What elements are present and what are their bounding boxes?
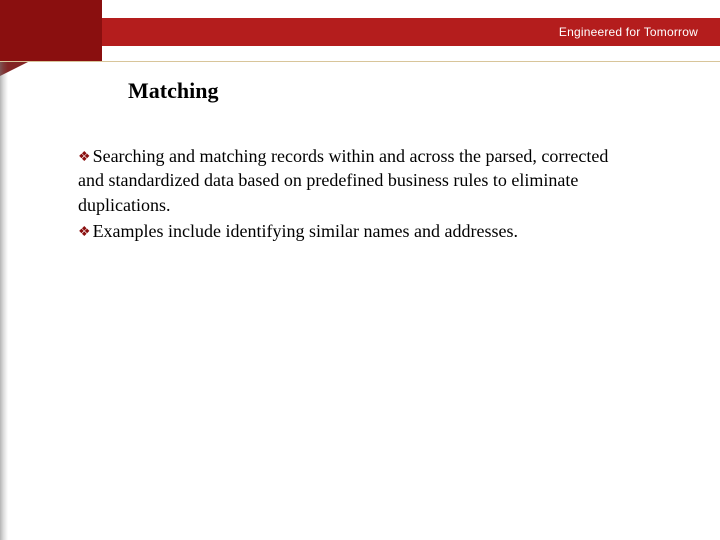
left-edge-shadow xyxy=(0,62,8,540)
slide: Engineered for Tomorrow Matching ❖Search… xyxy=(0,0,720,540)
bullet-text: Searching and matching records within an… xyxy=(78,146,608,215)
slide-title: Matching xyxy=(128,78,218,104)
header-divider xyxy=(0,61,720,62)
header-bar: Engineered for Tomorrow xyxy=(0,18,720,46)
header-accent-block xyxy=(0,0,102,62)
diamond-bullet-icon: ❖ xyxy=(78,224,91,243)
slide-body: ❖Searching and matching records within a… xyxy=(78,144,638,245)
bullet-text: Examples include identifying similar nam… xyxy=(93,221,518,241)
diamond-bullet-icon: ❖ xyxy=(78,149,91,168)
header-tagline: Engineered for Tomorrow xyxy=(559,18,698,46)
bullet-item: ❖Examples include identifying similar na… xyxy=(78,219,638,243)
bullet-item: ❖Searching and matching records within a… xyxy=(78,144,638,217)
